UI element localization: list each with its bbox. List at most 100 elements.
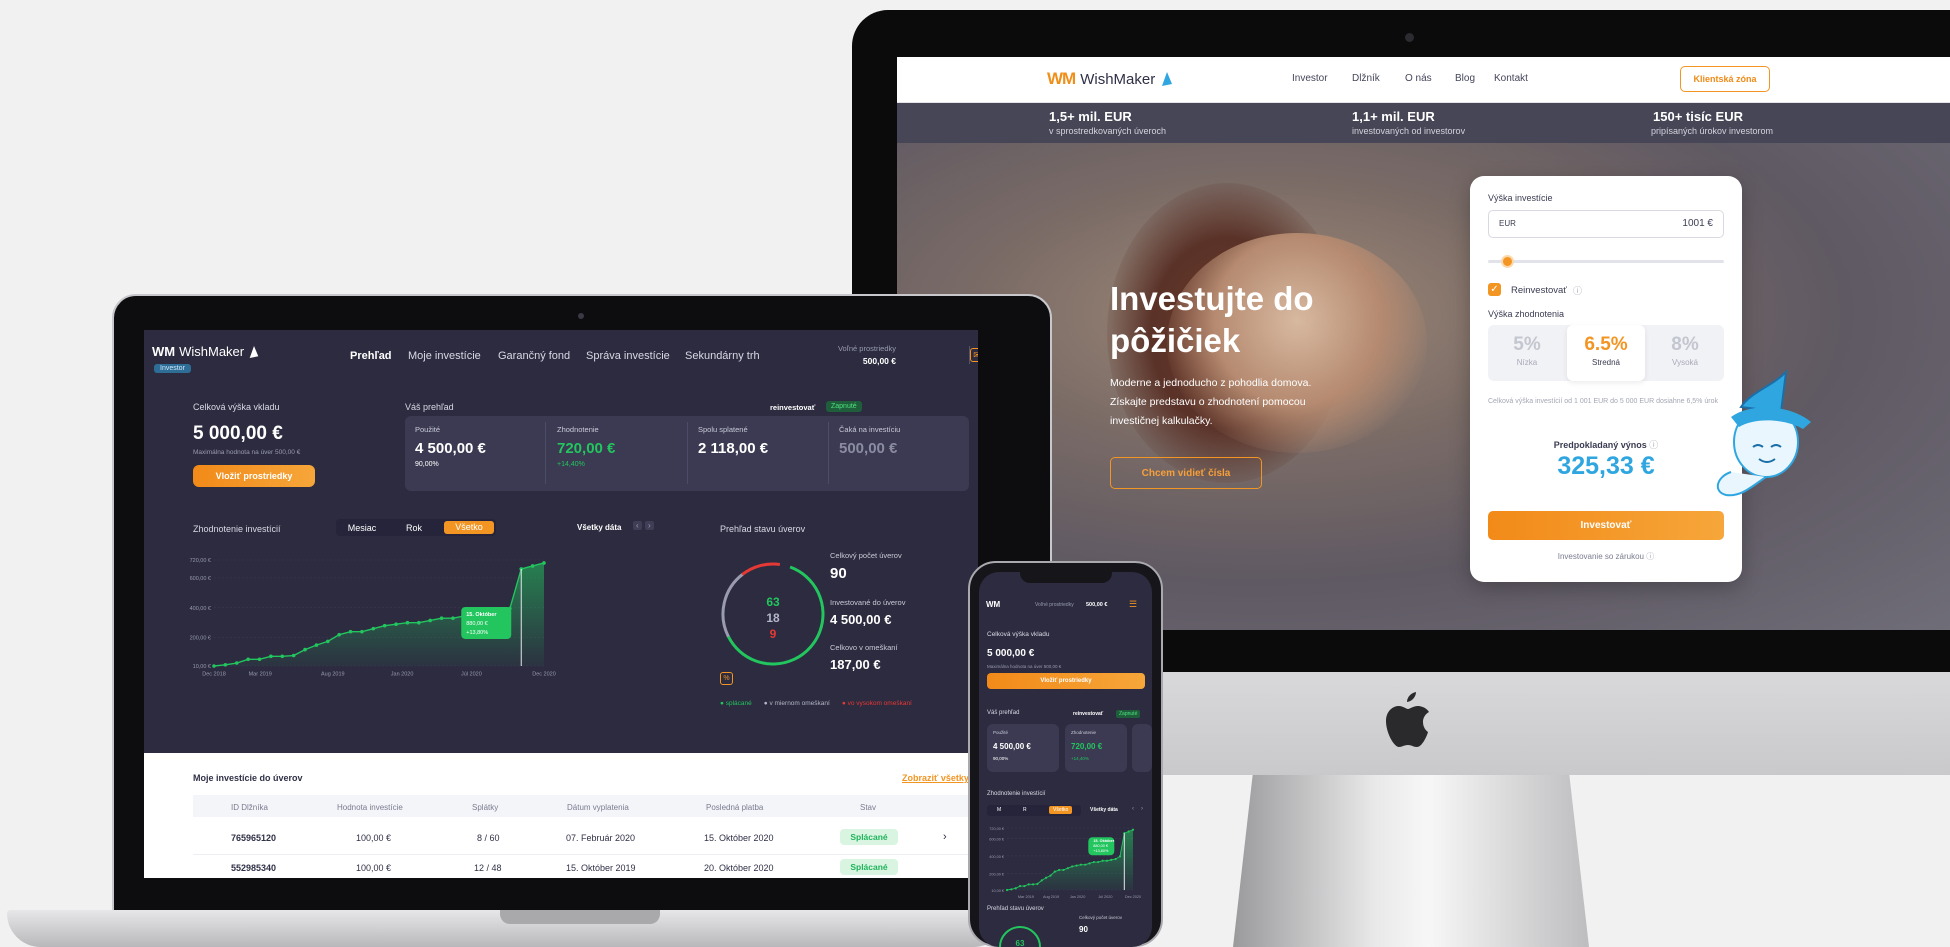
brand-logo[interactable]: WM WishMaker xyxy=(152,344,260,359)
period-month[interactable]: M xyxy=(997,807,1001,813)
y-tick-label: 10,00 € xyxy=(193,664,211,670)
col-header[interactable]: ID Dlžníka xyxy=(231,803,268,812)
brand-logo[interactable]: WM WishMaker xyxy=(1047,69,1174,89)
rate-note: Celková výška investícií od 1 001 EUR do… xyxy=(1488,398,1718,405)
data-point xyxy=(1062,868,1065,872)
nav-investor[interactable]: Investor xyxy=(1292,73,1328,84)
help-icon[interactable]: ⓘ xyxy=(1646,552,1654,561)
amount-input[interactable]: EUR 1001 € xyxy=(1488,210,1724,238)
data-point xyxy=(542,561,546,565)
nav-secondary-market[interactable]: Sekundárny trh xyxy=(685,350,760,362)
col-header[interactable]: Splátky xyxy=(472,803,498,812)
period-year[interactable]: R xyxy=(1023,807,1027,813)
help-icon[interactable]: ⓘ xyxy=(1573,284,1582,297)
brand-name: WishMaker xyxy=(1080,70,1156,88)
y-tick-label: 720,00 € xyxy=(190,558,211,564)
logo-mark-icon: WM xyxy=(152,344,176,359)
kpi-used: Použité 4 500,00 € 90,00% xyxy=(415,425,545,468)
deposit-value: 5 000,00 € xyxy=(193,423,283,444)
site-navbar: WM WishMaker Investor Dlžník O nás Blog … xyxy=(897,57,1950,103)
show-all-link[interactable]: Zobraziť všetky xyxy=(902,773,969,783)
reinvest-toggle[interactable]: Zapnuté xyxy=(1116,710,1141,718)
data-point xyxy=(1079,863,1082,866)
percent-icon[interactable]: % xyxy=(720,672,733,685)
nav-overview[interactable]: Prehľad xyxy=(350,350,392,362)
loan-total-value: 90 xyxy=(1079,925,1088,934)
reinvest-label: reinvestovať xyxy=(1073,711,1104,717)
nav-about[interactable]: O nás xyxy=(1405,73,1432,84)
rate-name: Nízka xyxy=(1516,358,1538,367)
kpi-value: 720,00 € xyxy=(557,440,616,457)
x-tick-label: Júl 2020 xyxy=(461,672,482,678)
kpi-value: 4 500,00 € xyxy=(415,440,486,457)
investments-table: Moje investície do úverov Zobraziť všetk… xyxy=(144,753,978,878)
rate-value: 8% xyxy=(1671,334,1699,355)
mail-icon[interactable]: ✉ xyxy=(970,348,978,362)
chevron-left-icon[interactable]: ‹ xyxy=(1132,806,1134,812)
nav-investment-management[interactable]: Správa investície xyxy=(586,350,670,362)
rate-option-medium[interactable]: 6.5% Stredná xyxy=(1567,325,1645,381)
reinvest-checkbox[interactable]: ✓ xyxy=(1488,283,1501,296)
laptop-screen: WM WishMaker Investor Prehľad Moje inves… xyxy=(144,330,978,878)
data-point xyxy=(257,657,262,662)
free-funds-value: 500,00 € xyxy=(862,356,896,366)
guarantee-note: Investovanie so zárukou ⓘ xyxy=(1470,551,1742,562)
col-header[interactable]: Hodnota investície xyxy=(337,803,403,812)
kpi-more[interactable] xyxy=(1132,724,1152,772)
chevron-right-icon[interactable]: › xyxy=(645,521,654,530)
loan-state-label: Prehľad stavu úverov xyxy=(987,906,1044,912)
menu-icon[interactable]: ☰ xyxy=(1129,599,1137,610)
rate-name: Stredná xyxy=(1591,358,1621,367)
nav-contact[interactable]: Kontakt xyxy=(1494,73,1528,84)
kpi-value: 4 500,00 € xyxy=(993,742,1031,751)
data-point xyxy=(280,654,285,659)
tooltip-text: +13,80% xyxy=(1093,849,1109,853)
client-zone-button[interactable]: Klientská zóna xyxy=(1680,66,1770,92)
chevron-right-icon[interactable]: › xyxy=(1141,806,1143,812)
period-all[interactable]: Všetko xyxy=(444,521,494,534)
chevron-right-icon[interactable]: › xyxy=(943,831,947,843)
data-point xyxy=(1131,828,1135,831)
kpi-pending: Čaká na investíciu 500,00 € xyxy=(839,425,969,457)
rate-selector: 5% Nízka 6.5% Stredná 8% Vysoká xyxy=(1488,325,1724,381)
loan-state-label: Prehľad stavu úverov xyxy=(720,524,806,534)
data-point xyxy=(417,620,421,625)
deposit-button[interactable]: Vložiť prostriedky xyxy=(987,673,1145,689)
period-month[interactable]: Mesiac xyxy=(338,523,386,533)
free-funds-label: Voľné prostriedky xyxy=(1035,602,1074,608)
investment-calculator: Výška investície EUR 1001 € ✓ Reinvestov… xyxy=(1470,176,1742,582)
data-point xyxy=(1036,882,1039,885)
cell-installments: 12 / 48 xyxy=(474,863,502,873)
col-header[interactable]: Dátum vyplatenia xyxy=(567,803,629,812)
rate-option-low[interactable]: 5% Nízka xyxy=(1488,325,1566,381)
chevron-left-icon[interactable]: ‹ xyxy=(633,521,642,530)
donut-value-ok: 63 xyxy=(766,595,780,609)
x-tick-label: Mar 2019 xyxy=(1018,895,1034,899)
logo-mark-icon[interactable]: WM xyxy=(986,600,1000,609)
invest-button[interactable]: Investovať xyxy=(1488,511,1724,540)
amount-slider[interactable] xyxy=(1488,255,1724,268)
nav-blog[interactable]: Blog xyxy=(1455,73,1475,84)
reinvest-toggle[interactable]: Zapnuté xyxy=(826,401,862,412)
see-numbers-button[interactable]: Chcem vidieť čísla xyxy=(1110,457,1262,489)
nav-my-investments[interactable]: Moje investície xyxy=(408,350,481,362)
col-header[interactable]: Posledná platba xyxy=(706,803,763,812)
col-header[interactable]: Stav xyxy=(860,803,876,812)
deposit-button[interactable]: Vložiť prostriedky xyxy=(193,465,315,487)
kpi-label: Čaká na investíciu xyxy=(839,425,901,434)
nav-borrower[interactable]: Dlžník xyxy=(1352,73,1380,84)
cell-payout-date: 07. Február 2020 xyxy=(566,833,636,843)
period-year[interactable]: Rok xyxy=(390,523,438,533)
data-point xyxy=(360,629,364,634)
role-badge: Investor xyxy=(154,364,191,373)
data-point xyxy=(1088,862,1091,865)
kpi-value: 720,00 € xyxy=(1071,742,1103,751)
nav-guarantee-fund[interactable]: Garančný fond xyxy=(498,350,570,362)
kpi-label: Spolu splatené xyxy=(698,425,748,434)
divider xyxy=(687,422,688,484)
help-icon[interactable]: ⓘ xyxy=(1649,440,1658,450)
stat-value: 4 500,00 € xyxy=(830,612,892,627)
slider-handle[interactable] xyxy=(1500,255,1514,268)
data-point xyxy=(451,616,455,621)
period-all[interactable]: Všetko xyxy=(1049,806,1073,814)
